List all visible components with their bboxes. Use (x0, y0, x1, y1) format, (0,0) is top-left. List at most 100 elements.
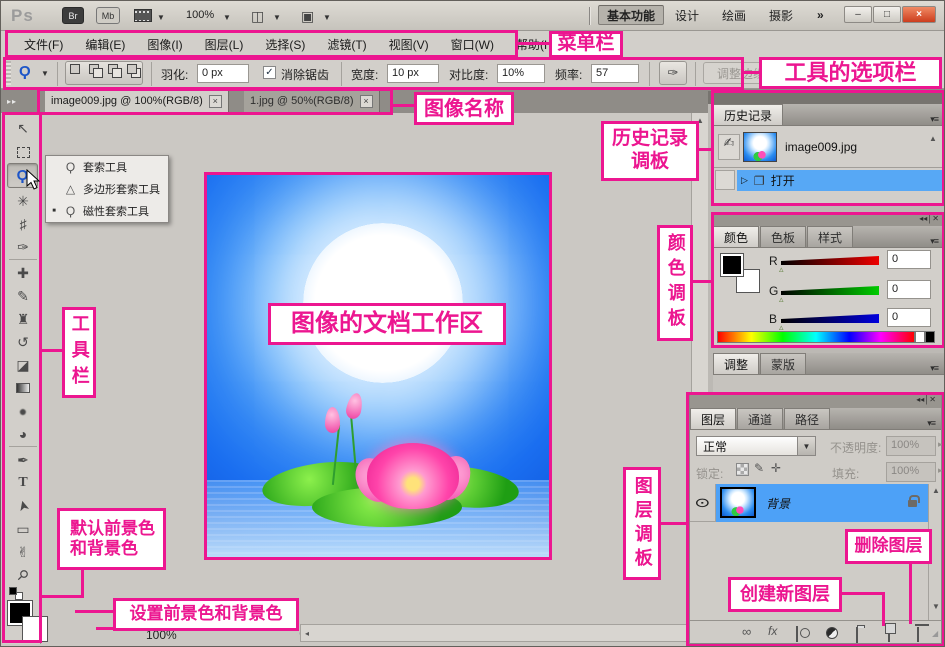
delete-layer-icon[interactable] (917, 627, 919, 642)
red-value-input[interactable]: 0 (887, 250, 931, 269)
new-group-icon[interactable] (856, 627, 858, 643)
tab-channels[interactable]: 通道 (737, 408, 783, 429)
workspace-tab-design[interactable]: 设计 (667, 5, 707, 25)
default-colors-icon[interactable] (9, 587, 25, 601)
blend-mode-dropdown[interactable]: 正常 (696, 436, 798, 456)
menu-edit[interactable]: 编辑(E) (74, 36, 136, 53)
feather-input[interactable]: 0 px (197, 64, 249, 83)
bridge-button[interactable]: Br (62, 7, 84, 24)
workspace-tab-painting[interactable]: 绘画 (714, 5, 754, 25)
screenmode-caret-icon[interactable]: ▼ (323, 13, 331, 22)
tab-adjustments[interactable]: 调整 (713, 353, 759, 374)
brush-tool[interactable]: ✎ (10, 285, 36, 307)
lock-transparency-icon[interactable] (736, 463, 749, 476)
contrast-input[interactable]: 10% (497, 64, 545, 83)
color-spectrum-ramp[interactable] (717, 331, 915, 343)
filmstrip-icon[interactable] (134, 9, 152, 22)
filmstrip-caret-icon[interactable]: ▼ (157, 13, 165, 22)
history-brush-source-icon[interactable]: ✍ (718, 134, 740, 160)
add-layer-mask-icon[interactable] (796, 626, 798, 642)
blur-tool[interactable]: ● (10, 400, 36, 422)
zoom-caret-icon[interactable]: ▼ (223, 13, 231, 22)
frequency-input[interactable]: 57 (591, 64, 639, 83)
dodge-tool[interactable]: ◕ (10, 423, 36, 445)
menu-file[interactable]: 文件(F) (13, 36, 74, 53)
snapshot-thumbnail[interactable] (743, 132, 777, 162)
screen-mode-icon[interactable]: ▣ (301, 8, 314, 25)
tab-color[interactable]: 颜色 (713, 226, 759, 247)
lock-image-icon[interactable]: ✎ (754, 461, 764, 475)
expand-triangle-icon[interactable]: ▷ (737, 175, 748, 186)
blend-mode-caret-icon[interactable]: ▼ (798, 436, 816, 456)
history-brush-tool[interactable]: ↺ (10, 331, 36, 353)
tab-history[interactable]: 历史记录 (713, 104, 783, 125)
panel-collapse-close-icons[interactable]: ◂◂│✕ (919, 214, 939, 223)
move-tool[interactable]: ↖ (10, 117, 36, 139)
width-input[interactable]: 10 px (387, 64, 439, 83)
adjustment-layer-icon[interactable] (826, 627, 838, 639)
blue-value-input[interactable]: 0 (887, 308, 931, 327)
arrange-caret-icon[interactable]: ▼ (273, 13, 281, 22)
red-slider-marker[interactable]: ▵ (779, 264, 784, 275)
layer-visibility-cell[interactable]: ⊙ (690, 484, 716, 522)
panel-collapse-close-icons[interactable]: ◂◂│✕ (916, 395, 936, 404)
magic-wand-tool[interactable]: ✳ (10, 190, 36, 212)
workspace-tab-photography[interactable]: 摄影 (761, 5, 801, 25)
workspace-tab-essentials[interactable]: 基本功能 (598, 5, 664, 25)
tab-swatches[interactable]: 色板 (760, 226, 806, 247)
tab-close-icon[interactable]: × (360, 95, 373, 108)
tab-close-icon[interactable]: × (209, 95, 222, 108)
scroll-left-icon[interactable]: ◂ (305, 629, 309, 638)
menu-image[interactable]: 图像(I) (136, 36, 193, 53)
arrange-documents-icon[interactable]: ◫ (251, 8, 264, 25)
layer-style-icon[interactable]: fx (768, 624, 777, 638)
new-selection-icon[interactable] (70, 64, 87, 80)
subtract-selection-icon[interactable] (108, 64, 125, 80)
tablet-pressure-icon[interactable]: ✑ (659, 61, 687, 85)
menu-view[interactable]: 视图(V) (378, 36, 440, 53)
tab-layers[interactable]: 图层 (690, 408, 736, 429)
history-state-checkbox[interactable] (715, 170, 735, 190)
resize-grip-icon[interactable]: ◢ (932, 629, 938, 638)
type-tool[interactable]: T (10, 472, 36, 494)
workspace-more-chevron[interactable]: » (809, 5, 832, 25)
scroll-up-icon[interactable]: ▲ (932, 486, 940, 495)
maximize-button[interactable]: □ (873, 6, 901, 23)
tab-masks[interactable]: 蒙版 (760, 353, 806, 374)
flyout-item-magnetic-lasso[interactable]: ■ Ϙ 磁性套索工具 (46, 200, 168, 222)
document-canvas[interactable] (204, 172, 552, 560)
menu-select[interactable]: 选择(S) (254, 36, 316, 53)
eyedropper-tool[interactable]: ✑ (10, 236, 36, 258)
new-layer-icon[interactable] (888, 626, 890, 642)
flyout-item-lasso[interactable]: Ϙ 套索工具 (46, 156, 168, 178)
rectangular-marquee-tool[interactable] (10, 141, 36, 163)
green-slider[interactable] (781, 286, 879, 295)
dock-collapse-icon[interactable]: ▸▸ (7, 97, 17, 106)
lasso-preset-icon[interactable]: Ϙ (19, 63, 31, 80)
tab-paths[interactable]: 路径 (784, 408, 830, 429)
menu-layer[interactable]: 图层(L) (194, 36, 255, 53)
eraser-tool[interactable]: ◪ (10, 354, 36, 376)
panel-menu-icon[interactable]: ▾≡ (930, 236, 944, 247)
layer-thumbnail[interactable] (720, 487, 756, 518)
opacity-spinner-icon[interactable]: ▸ (938, 439, 943, 450)
panel-menu-icon[interactable]: ▾≡ (930, 114, 944, 125)
foreground-color-swatch[interactable] (721, 254, 743, 276)
preset-caret-icon[interactable]: ▼ (41, 69, 49, 78)
crop-tool[interactable]: ♯ (10, 213, 36, 235)
panel-menu-icon[interactable]: ▾≡ (930, 363, 944, 374)
red-slider[interactable] (781, 256, 879, 265)
background-color-swatch[interactable] (23, 617, 47, 641)
document-tab-inactive[interactable]: 1.jpg @ 50%(RGB/8) × (244, 89, 380, 113)
intersect-selection-icon[interactable] (127, 64, 144, 80)
tab-styles[interactable]: 样式 (807, 226, 853, 247)
document-tab-active[interactable]: image009.jpg @ 100%(RGB/8) × (45, 89, 229, 113)
clone-stamp-tool[interactable]: ♜ (10, 308, 36, 330)
options-gripper[interactable] (4, 61, 11, 85)
history-state-open[interactable]: ▷ ❐ 打开 (737, 170, 944, 191)
gradient-tool[interactable] (10, 377, 36, 399)
menu-filter[interactable]: 滤镜(T) (316, 36, 377, 53)
scroll-up-icon[interactable]: ▲ (929, 134, 937, 143)
flyout-item-polygonal-lasso[interactable]: △ 多边形套索工具 (46, 178, 168, 200)
close-button[interactable]: × (902, 6, 936, 23)
